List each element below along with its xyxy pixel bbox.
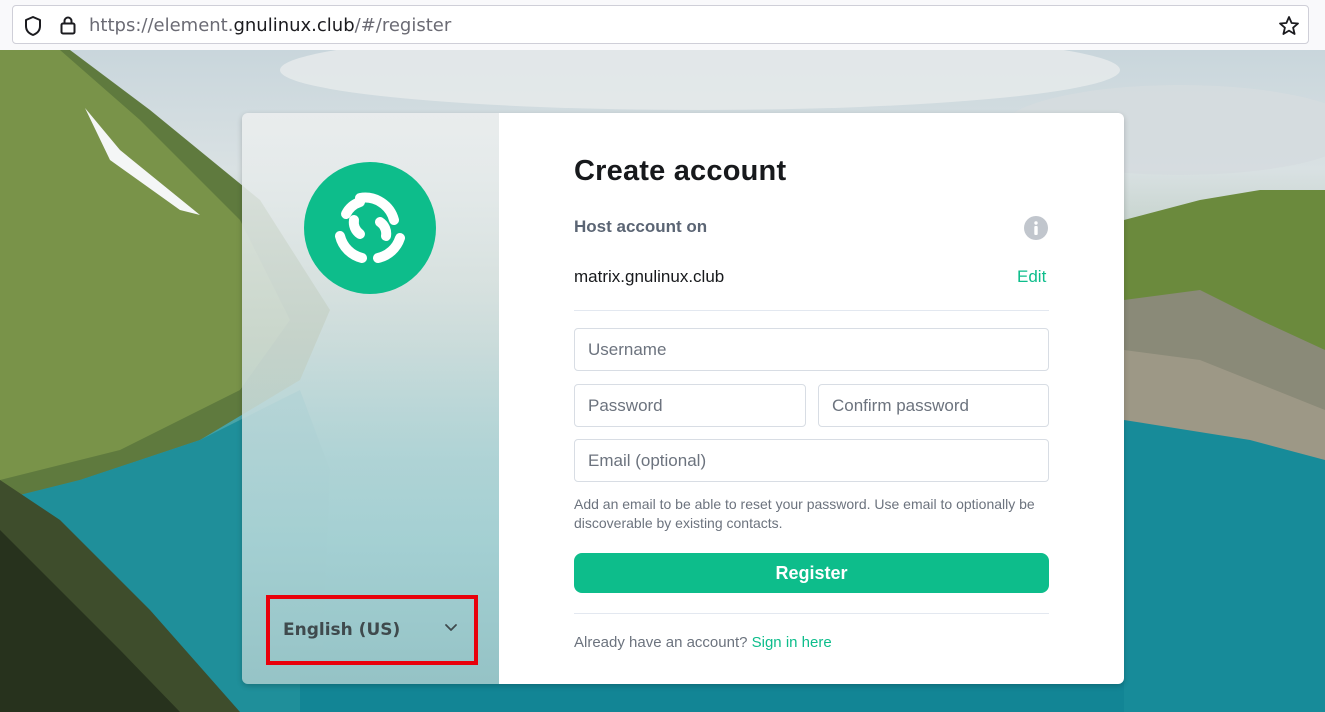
- element-logo-icon: [304, 162, 436, 294]
- register-button[interactable]: Register: [574, 553, 1049, 593]
- auth-card: English (US) Create account Host account…: [242, 113, 1124, 684]
- registration-form-panel: Create account Host account on matrix.gn…: [499, 113, 1124, 684]
- lock-icon[interactable]: [59, 15, 77, 35]
- email-input[interactable]: [574, 439, 1049, 482]
- divider: [574, 613, 1049, 614]
- signin-row: Already have an account? Sign in here: [574, 634, 832, 651]
- page-title: Create account: [574, 155, 787, 187]
- confirm-password-input[interactable]: [818, 384, 1049, 427]
- divider: [574, 310, 1049, 311]
- auth-brand-panel: English (US): [242, 113, 499, 684]
- browser-toolbar: https://element.gnulinux.club/#/register: [0, 0, 1325, 50]
- shield-icon[interactable]: [23, 15, 43, 37]
- username-input[interactable]: [574, 328, 1049, 371]
- url-suffix: /#/register: [354, 15, 452, 36]
- url-domain: gnulinux.club: [233, 15, 355, 36]
- language-selected-label: English (US): [283, 620, 401, 640]
- url-prefix: https://element.: [89, 15, 234, 36]
- chevron-down-icon: [445, 624, 457, 631]
- signin-prompt: Already have an account?: [574, 634, 748, 651]
- host-account-label: Host account on: [574, 217, 708, 236]
- server-name: matrix.gnulinux.club: [574, 267, 725, 286]
- edit-server-link[interactable]: Edit: [1017, 267, 1046, 287]
- info-icon[interactable]: [1023, 215, 1049, 241]
- address-bar[interactable]: https://element.gnulinux.club/#/register: [12, 5, 1309, 44]
- bookmark-star-icon[interactable]: [1278, 15, 1300, 37]
- url-text[interactable]: https://element.gnulinux.club/#/register: [89, 15, 451, 36]
- language-dropdown[interactable]: English (US): [266, 595, 478, 665]
- password-input[interactable]: [574, 384, 806, 427]
- signin-link[interactable]: Sign in here: [752, 634, 832, 651]
- email-help-text: Add an email to be able to reset your pa…: [574, 496, 1035, 531]
